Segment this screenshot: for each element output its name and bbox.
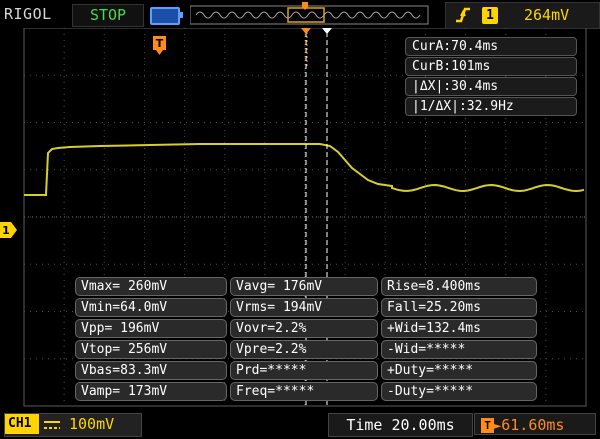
measurement-cell: Vrms= 194mV	[230, 298, 378, 317]
trigger-settings-box[interactable]: 1 264mV	[445, 2, 600, 29]
trigger-level-value: 264mV	[524, 6, 570, 24]
measurement-cell: Vbas=83.3mV	[75, 361, 227, 380]
oscilloscope-screen: RIGOL STOP 1 264mV T 1 CurA:70.4ms CurB:…	[0, 0, 600, 439]
bottom-status-bar: CH1 100mV Time 20.00ms T ►61.60ms	[0, 408, 600, 439]
cursor-b-readout: CurB:101ms	[405, 57, 577, 76]
trigger-delay-icon: T	[481, 418, 494, 433]
measurement-row: Vamp= 173mV Freq=***** -Duty=*****	[75, 382, 537, 402]
measurement-cell: Vmax= 260mV	[75, 277, 227, 296]
svg-text:1: 1	[2, 224, 10, 237]
measurement-row: Vtop= 256mV Vpre=2.2% -Wid=*****	[75, 340, 537, 360]
cursor-a-readout: CurA:70.4ms	[405, 37, 577, 56]
measurement-cell: Vpre=2.2%	[230, 340, 378, 359]
measurement-cell: Vamp= 173mV	[75, 382, 227, 401]
measurement-cell: Fall=25.20ms	[381, 298, 537, 317]
measurement-cell: Vavg= 176mV	[230, 277, 378, 296]
measurement-cell: +Duty=*****	[381, 361, 537, 380]
run-stop-indicator[interactable]: STOP	[72, 4, 144, 27]
inverse-delta-x-readout: |1/ΔX|:32.9Hz	[405, 97, 577, 116]
status-bar: RIGOL STOP 1 264mV	[0, 0, 600, 30]
measurement-cell: Vovr=2.2%	[230, 319, 378, 338]
measurement-cell: -Duty=*****	[381, 382, 537, 401]
measurement-row: Vpp= 196mV Vovr=2.2% +Wid=132.4ms	[75, 319, 537, 339]
channel1-settings[interactable]: CH1 100mV	[4, 413, 142, 437]
trigger-channel-badge: 1	[482, 7, 498, 24]
brand-logo: RIGOL	[4, 5, 52, 23]
trigger-marker-icon[interactable]: T	[153, 36, 167, 58]
measurement-cell: Vmin=64.0mV	[75, 298, 227, 317]
measurement-row: Vbas=83.3mV Prd=***** +Duty=*****	[75, 361, 537, 381]
measurement-row: Vmax= 260mV Vavg= 176mV Rise=8.400ms	[75, 277, 537, 297]
memory-position-bar[interactable]	[190, 2, 430, 28]
channel1-vertical-scale: 100mV	[69, 415, 115, 433]
channel1-label: CH1	[5, 414, 39, 434]
dc-coupling-icon	[44, 421, 60, 429]
rising-edge-icon	[456, 7, 470, 23]
channel1-ground-marker[interactable]: 1	[0, 222, 20, 238]
measurement-cell: Freq=*****	[230, 382, 378, 401]
measurement-cell: Vpp= 196mV	[75, 319, 227, 338]
trigger-delay-value: 61.60ms	[501, 416, 565, 434]
measurement-cell: Rise=8.400ms	[381, 277, 537, 296]
svg-text:T: T	[156, 37, 164, 50]
memory-depth-icon	[150, 7, 183, 25]
trigger-position-marker-icon	[302, 2, 308, 10]
timebase-readout[interactable]: Time 20.00ms	[328, 413, 473, 437]
trigger-delay-readout[interactable]: T ►61.60ms	[474, 413, 596, 435]
measurement-cell: Prd=*****	[230, 361, 378, 380]
delta-x-readout: |ΔX|:30.4ms	[405, 77, 577, 96]
cursor-readout-panel: CurA:70.4ms CurB:101ms |ΔX|:30.4ms |1/ΔX…	[405, 37, 577, 117]
measurement-cell: -Wid=*****	[381, 340, 537, 359]
measurement-cell: Vtop= 256mV	[75, 340, 227, 359]
measurement-row: Vmin=64.0mV Vrms= 194mV Fall=25.20ms	[75, 298, 537, 318]
measurement-cell: +Wid=132.4ms	[381, 319, 537, 338]
measurement-table: Vmax= 260mV Vavg= 176mV Rise=8.400ms Vmi…	[75, 277, 537, 401]
